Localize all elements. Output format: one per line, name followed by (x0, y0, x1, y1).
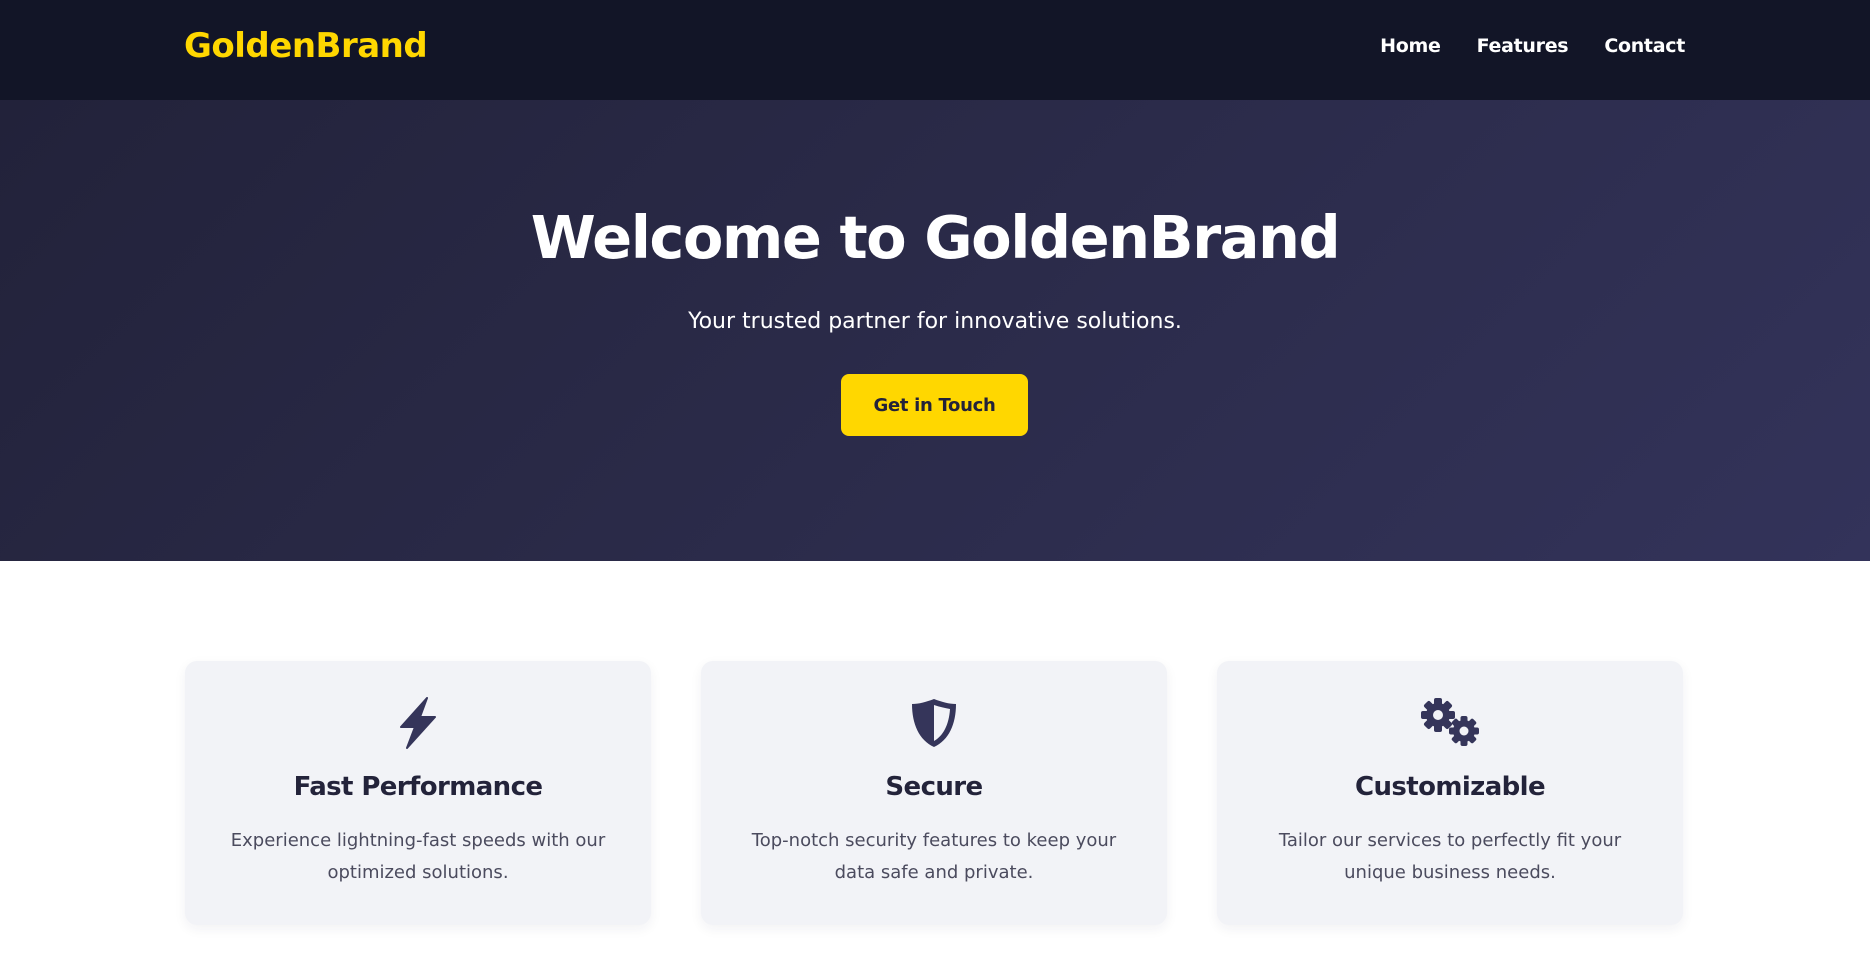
nav-link-contact[interactable]: Contact (1604, 30, 1685, 62)
get-in-touch-button[interactable]: Get in Touch (841, 374, 1028, 436)
nav-link-features[interactable]: Features (1477, 30, 1569, 62)
gears-icon (1217, 695, 1683, 751)
hero-subtitle: Your trusted partner for innovative solu… (688, 309, 1182, 334)
features-section: Fast Performance Experience lightning-fa… (185, 661, 1685, 925)
hero-section: Welcome to GoldenBrand Your trusted part… (0, 100, 1870, 561)
feature-title: Customizable (1355, 772, 1546, 802)
feature-card-customizable: Customizable Tailor our services to perf… (1217, 661, 1683, 925)
lightning-bolt-icon (185, 695, 651, 751)
main-nav: Home Features Contact (1380, 30, 1685, 62)
brand-logo[interactable]: GoldenBrand (184, 24, 428, 68)
feature-description: Tailor our services to perfectly fit you… (1278, 830, 1622, 883)
feature-card-secure: Secure Top-notch security features to ke… (701, 661, 1167, 925)
feature-card-performance: Fast Performance Experience lightning-fa… (185, 661, 651, 925)
site-header: GoldenBrand Home Features Contact (0, 0, 1870, 100)
feature-title: Secure (885, 772, 983, 802)
feature-description: Top-notch security features to keep your… (751, 830, 1117, 883)
nav-link-home[interactable]: Home (1380, 30, 1441, 62)
feature-title: Fast Performance (293, 772, 543, 802)
hero-title: Welcome to GoldenBrand (530, 203, 1341, 272)
shield-icon (701, 695, 1167, 751)
feature-description: Experience lightning-fast speeds with ou… (230, 830, 606, 883)
